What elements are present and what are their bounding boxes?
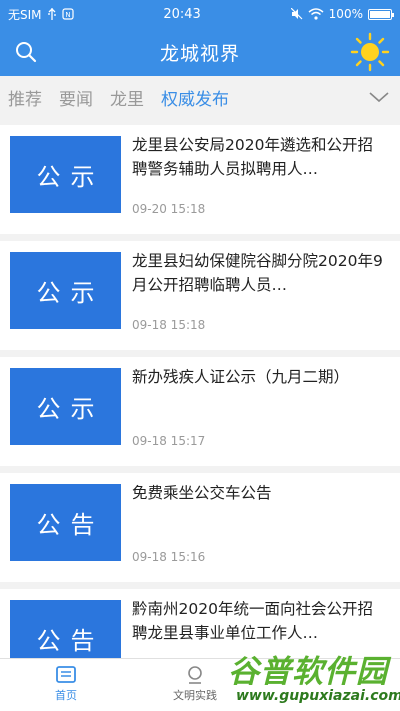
chevron-down-icon[interactable] bbox=[368, 88, 390, 106]
category-tabs: 推荐 要闻 龙里 权威发布 bbox=[0, 76, 400, 118]
status-bar: 无SIM N 20:43 100% bbox=[0, 0, 400, 28]
nav-home-label: 首页 bbox=[55, 689, 77, 702]
news-title: 黔南州2020年统一面向社会公开招聘龙里县事业单位工作人… bbox=[132, 600, 373, 642]
mute-icon bbox=[290, 8, 303, 20]
list-item[interactable]: 公告 免费乘坐公交车公告 09-18 15:16 bbox=[0, 473, 400, 582]
news-title: 龙里县妇幼保健院谷脚分院2020年9月公开招聘临聘人员… bbox=[132, 252, 383, 294]
tab-official-release[interactable]: 权威发布 bbox=[161, 85, 229, 110]
tab-headlines[interactable]: 要闻 bbox=[59, 85, 93, 110]
news-thumbnail: 公告 bbox=[10, 484, 121, 561]
home-icon bbox=[56, 666, 76, 683]
usb-icon bbox=[47, 8, 56, 20]
search-icon[interactable] bbox=[14, 40, 38, 64]
status-time: 20:43 bbox=[163, 6, 201, 22]
app-screen: 无SIM N 20:43 100% 龙城视界 推荐 要闻 龙里 权威发布 公示 … bbox=[0, 0, 400, 711]
signal-box-icon: N bbox=[61, 8, 74, 20]
tab-longli[interactable]: 龙里 bbox=[110, 85, 144, 110]
wifi-icon bbox=[308, 8, 324, 20]
page-title: 龙城视界 bbox=[159, 42, 240, 65]
list-item[interactable]: 公示 龙里县妇幼保健院谷脚分院2020年9月公开招聘临聘人员… 09-18 15… bbox=[0, 241, 400, 350]
app-header: 龙城视界 bbox=[0, 28, 400, 76]
status-left: 无SIM N bbox=[8, 6, 74, 23]
status-right: 100% bbox=[290, 7, 394, 21]
weather-sun-icon[interactable] bbox=[350, 32, 390, 72]
news-time: 09-18 15:18 bbox=[132, 318, 206, 332]
watermark-text: 谷普软件园 bbox=[228, 654, 388, 690]
watermark-url: www.gupuxiazai.com bbox=[236, 688, 400, 704]
news-thumbnail: 公示 bbox=[10, 252, 121, 329]
news-title: 免费乘坐公交车公告 bbox=[132, 484, 272, 502]
nav-home[interactable]: 首页 bbox=[26, 659, 106, 711]
battery-icon bbox=[367, 8, 394, 20]
news-thumbnail: 公示 bbox=[10, 136, 121, 213]
news-thumbnail: 公示 bbox=[10, 368, 121, 445]
battery-percent: 100% bbox=[328, 7, 363, 21]
news-title: 新办残疾人证公示（九月二期） bbox=[132, 368, 350, 386]
watermark-logo: 谷普软件园 www.gupuxiazai.com bbox=[222, 644, 400, 711]
tab-recommend[interactable]: 推荐 bbox=[8, 85, 42, 110]
list-item[interactable]: 公示 新办残疾人证公示（九月二期） 09-18 15:17 bbox=[0, 357, 400, 466]
news-time: 09-20 15:18 bbox=[132, 202, 206, 216]
news-title: 龙里县公安局2020年遴选和公开招聘警务辅助人员拟聘用人… bbox=[132, 136, 373, 178]
news-list: 公示 龙里县公安局2020年遴选和公开招聘警务辅助人员拟聘用人… 09-20 1… bbox=[0, 118, 400, 698]
list-item[interactable]: 公示 龙里县公安局2020年遴选和公开招聘警务辅助人员拟聘用人… 09-20 1… bbox=[0, 125, 400, 234]
nav-culture-label: 文明实践 bbox=[173, 689, 217, 702]
carrier-label: 无SIM bbox=[8, 7, 42, 22]
culture-icon bbox=[188, 666, 202, 684]
svg-text:N: N bbox=[65, 11, 70, 19]
news-time: 09-18 15:17 bbox=[132, 434, 206, 448]
news-time: 09-18 15:16 bbox=[132, 550, 206, 564]
